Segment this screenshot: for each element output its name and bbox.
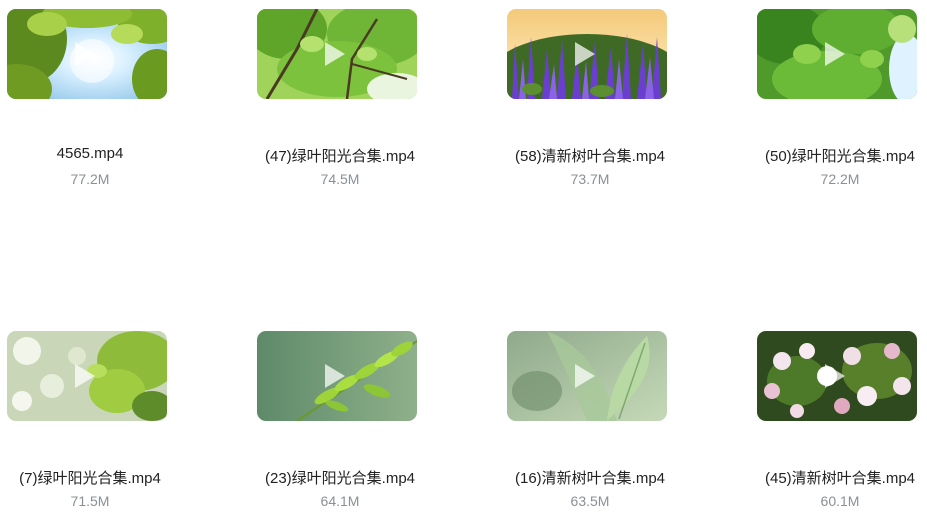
video-thumbnail[interactable] (757, 9, 917, 99)
play-icon[interactable] (75, 364, 95, 388)
video-file-name[interactable]: (45)清新树叶合集.mp4 (715, 467, 927, 488)
play-icon[interactable] (825, 42, 845, 66)
video-file-name[interactable]: (16)清新树叶合集.mp4 (465, 467, 715, 488)
play-icon[interactable] (325, 364, 345, 388)
video-file-card[interactable]: (7)绿叶阳光合集.mp4 71.5M (0, 331, 215, 531)
video-file-size: 74.5M (320, 171, 360, 187)
video-file-size: 77.2M (70, 171, 110, 187)
video-file-card[interactable]: (23)绿叶阳光合集.mp4 64.1M (215, 331, 465, 531)
video-thumbnail[interactable] (257, 331, 417, 421)
video-file-size: 73.7M (570, 171, 610, 187)
video-file-size: 71.5M (70, 493, 110, 509)
video-file-name[interactable]: (7)绿叶阳光合集.mp4 (0, 467, 215, 488)
video-file-card[interactable]: (45)清新树叶合集.mp4 60.1M (715, 331, 927, 531)
video-thumbnail[interactable] (7, 331, 167, 421)
video-thumbnail[interactable] (257, 9, 417, 99)
play-icon[interactable] (575, 364, 595, 388)
video-thumbnail[interactable] (507, 331, 667, 421)
video-file-name[interactable]: (23)绿叶阳光合集.mp4 (215, 467, 465, 488)
video-file-size: 63.5M (570, 493, 610, 509)
play-icon[interactable] (75, 42, 95, 66)
video-file-name[interactable]: (58)清新树叶合集.mp4 (465, 145, 715, 166)
video-file-size: 60.1M (820, 493, 860, 509)
video-file-grid: 4565.mp4 77.2M (47)绿叶阳光合集.mp4 74.5M (58)… (0, 0, 927, 521)
video-file-card[interactable]: (47)绿叶阳光合集.mp4 74.5M (215, 9, 465, 209)
video-file-size: 72.2M (820, 171, 860, 187)
video-thumbnail[interactable] (7, 9, 167, 99)
play-icon[interactable] (825, 364, 845, 388)
video-file-name[interactable]: (47)绿叶阳光合集.mp4 (215, 145, 465, 166)
video-file-card[interactable]: (50)绿叶阳光合集.mp4 72.2M (715, 9, 927, 209)
video-thumbnail[interactable] (507, 9, 667, 99)
video-thumbnail[interactable] (757, 331, 917, 421)
play-icon[interactable] (575, 42, 595, 66)
video-file-card[interactable]: (58)清新树叶合集.mp4 73.7M (465, 9, 715, 209)
play-icon[interactable] (325, 42, 345, 66)
video-file-card[interactable]: (16)清新树叶合集.mp4 63.5M (465, 331, 715, 531)
video-file-card[interactable]: 4565.mp4 77.2M (0, 9, 215, 209)
video-file-name[interactable]: (50)绿叶阳光合集.mp4 (715, 145, 927, 166)
video-file-name[interactable]: 4565.mp4 (0, 145, 215, 162)
video-file-size: 64.1M (320, 493, 360, 509)
